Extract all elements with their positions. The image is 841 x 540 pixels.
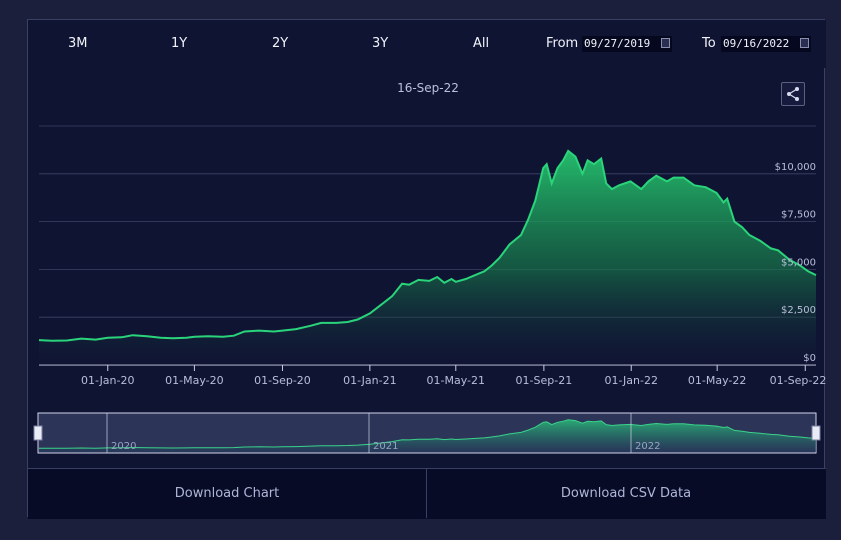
download-bar: Download Chart Download CSV Data xyxy=(28,468,826,519)
x-tick-label: 01-May-22 xyxy=(688,374,746,387)
price-chart: $0$2,500$5,000$7,500$10,000 01-Jan-20 01-… xyxy=(33,125,826,454)
navigator[interactable]: 2020 2021 2022 xyxy=(33,412,821,454)
navigator-year-label: 2020 xyxy=(111,441,136,452)
navigator-year-label: 2021 xyxy=(373,441,398,452)
navigator-year-label: 2022 xyxy=(635,441,660,452)
x-tick-label: 01-May-21 xyxy=(427,374,485,387)
x-tick-label: 01-May-20 xyxy=(165,374,223,387)
x-tick-label: 01-Jan-22 xyxy=(604,374,658,387)
download-csv-button[interactable]: Download CSV Data xyxy=(427,469,825,518)
y-tick-label: $5,000 xyxy=(781,257,816,268)
x-tick-label: 01-Sep-22 xyxy=(770,374,826,387)
navigator-handle-left[interactable] xyxy=(33,425,43,441)
x-tick-label: 01-Sep-20 xyxy=(254,374,311,387)
y-tick-label: $7,500 xyxy=(781,210,816,221)
y-tick-label: $0 xyxy=(803,353,816,364)
x-tick-label: 01-Sep-21 xyxy=(516,374,573,387)
navigator-handle-right[interactable] xyxy=(811,425,821,441)
x-tick-label: 01-Jan-20 xyxy=(81,374,135,387)
x-axis: 01-Jan-20 01-May-20 01-Sep-20 01-Jan-21 01-M… xyxy=(81,365,826,387)
y-tick-label: $2,500 xyxy=(781,305,816,316)
chart-widget: 3M 1Y 2Y 3Y All From 09/27/2019 To 09/16… xyxy=(27,19,826,519)
x-tick-label: 01-Jan-21 xyxy=(343,374,397,387)
y-tick-label: $10,000 xyxy=(775,162,816,173)
download-chart-button[interactable]: Download Chart xyxy=(28,469,426,518)
series-area xyxy=(39,150,816,365)
